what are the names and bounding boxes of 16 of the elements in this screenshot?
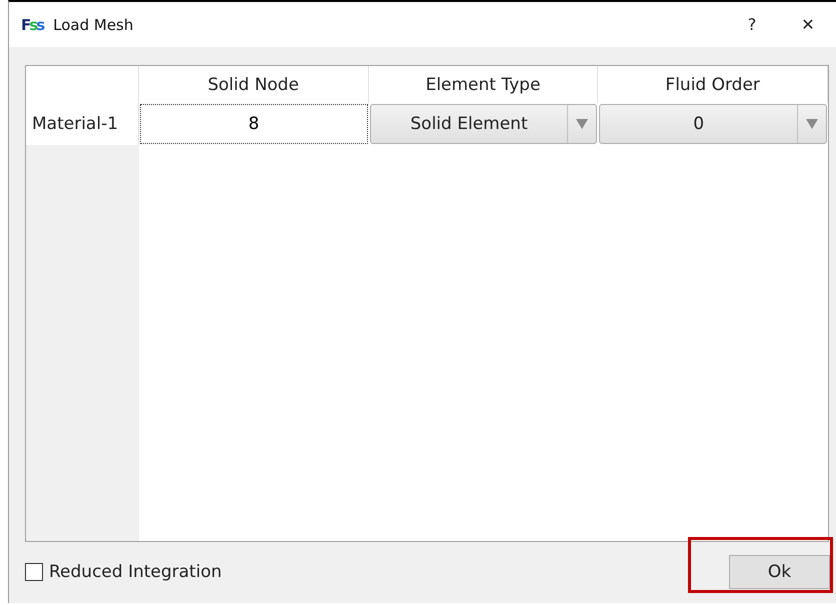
- close-button[interactable]: ✕: [780, 4, 836, 44]
- column-header: Solid Node: [139, 66, 369, 103]
- app-logo-icon: Fss: [21, 16, 44, 34]
- table-cell[interactable]: 8: [140, 104, 368, 144]
- checkbox-label: Reduced Integration: [49, 562, 222, 582]
- dropdown[interactable]: 0: [599, 104, 828, 144]
- row-header: Material-1: [26, 103, 139, 145]
- help-button[interactable]: ?: [724, 4, 780, 44]
- checkbox[interactable]: [25, 563, 43, 581]
- ok-button[interactable]: Ok: [729, 555, 830, 589]
- column-header: Fluid Order: [598, 66, 828, 103]
- window-title: Load Mesh: [53, 16, 134, 34]
- dropdown-arrow-icon: [576, 119, 588, 129]
- column-header: Element Type: [368, 66, 598, 103]
- dropdown-arrow-icon: [806, 119, 818, 129]
- dropdown[interactable]: Solid Element: [370, 104, 598, 144]
